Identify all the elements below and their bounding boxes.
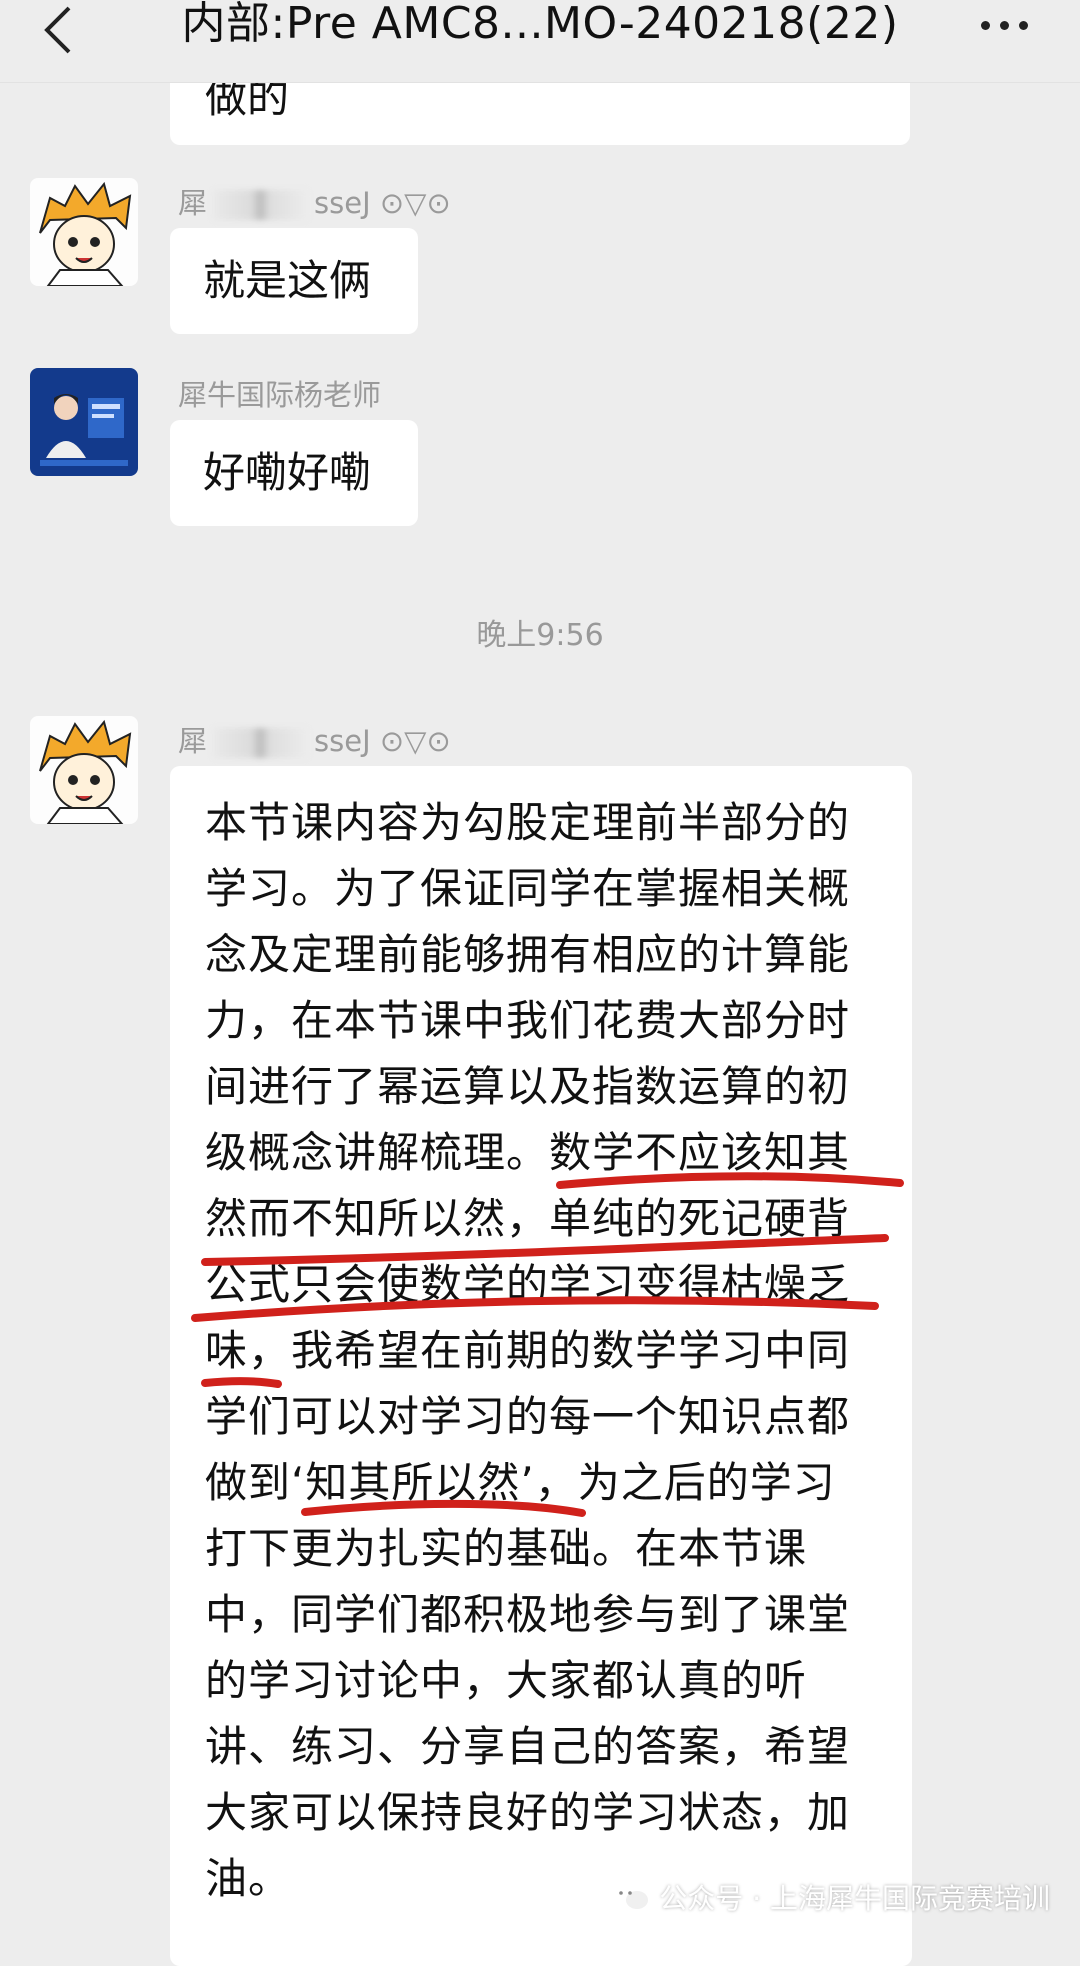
sender-name-end: sseJ ⊙▽⊙: [314, 186, 451, 220]
teacher-photo-icon: [30, 368, 138, 476]
sender-name-end: sseJ ⊙▽⊙: [314, 724, 451, 758]
message-text: 就是这俩: [203, 256, 372, 305]
redacted-name: [213, 190, 309, 220]
message-line: 中，同学们都积极地参与到了课堂: [205, 1590, 851, 1639]
message-line: 本节课内容为勾股定理前半部分的: [205, 798, 851, 847]
back-button[interactable]: [28, 0, 88, 60]
more-options-button[interactable]: [964, 0, 1044, 50]
watermark: 公众号 · 上海犀牛国际竞赛培训: [611, 1877, 1050, 1917]
message-line: 念及定理前能够拥有相应的计算能: [205, 930, 851, 979]
wechat-icon: [613, 1885, 649, 1909]
message-bubble[interactable]: 就是这俩: [170, 228, 418, 334]
cartoon-avatar-icon: [30, 716, 138, 824]
chevron-left-icon: [44, 6, 71, 54]
message-line: 公式只会使数学的学习变得枯燥乏: [205, 1260, 851, 1309]
more-dot-icon: [1018, 20, 1028, 30]
message-line: 打下更为扎实的基础。在本节课: [205, 1524, 808, 1573]
message-text: 好嘞好嘞: [203, 448, 372, 497]
more-dot-icon: [999, 20, 1009, 30]
message-line: 级概念讲解梳理。数学不应该知其: [205, 1128, 851, 1177]
message-line: 做到‘知其所以然’，为之后的学习: [205, 1458, 836, 1507]
message-line: 学习。为了保证同学在掌握相关概: [205, 864, 851, 913]
sender-name: 犀牛国际杨老师: [178, 378, 382, 412]
message-line: 然而不知所以然，单纯的死记硬背: [205, 1194, 851, 1243]
message-line: 间进行了幂运算以及指数运算的初: [205, 1062, 851, 1111]
more-dot-icon: [980, 20, 990, 30]
message-line: 讲、练习、分享自己的答案，希望: [205, 1722, 851, 1771]
chat-title: 内部:Pre AMC8...MO-240218(22): [181, 0, 899, 49]
message-bubble[interactable]: 好嘞好嘞: [170, 420, 418, 526]
message-line: 味，我希望在前期的数学学习中同: [205, 1326, 851, 1375]
message-text-long: 本节课内容为勾股定理前半部分的 学习。为了保证同学在掌握相关概 念及定理前能够拥有相…: [205, 790, 905, 1912]
cartoon-avatar-icon: [30, 178, 138, 286]
timestamp: 晚上9:56: [476, 618, 604, 653]
watermark-text: 公众号 · 上海犀牛国际竞赛培训: [659, 1882, 1050, 1915]
avatar-sender-1[interactable]: [30, 716, 138, 824]
redacted-name: [213, 728, 309, 758]
message-line: 力，在本节课中我们花费大部分时: [205, 996, 851, 1045]
message-line: 的学习讨论中，大家都认真的听: [205, 1656, 808, 1705]
sender-name: 犀 sseJ ⊙▽⊙: [178, 180, 451, 222]
sender-name-start: 犀: [178, 724, 208, 758]
chat-header: 内部:Pre AMC8...MO-240218(22): [0, 0, 1080, 83]
avatar-sender-1[interactable]: [30, 178, 138, 286]
sender-name: 犀 sseJ ⊙▽⊙: [178, 718, 451, 760]
message-line: 学们可以对学习的每一个知识点都: [205, 1392, 851, 1441]
sender-name-start: 犀: [178, 186, 208, 220]
avatar-teacher[interactable]: [30, 368, 138, 476]
message-line: 大家可以保持良好的学习状态，加: [205, 1788, 851, 1837]
